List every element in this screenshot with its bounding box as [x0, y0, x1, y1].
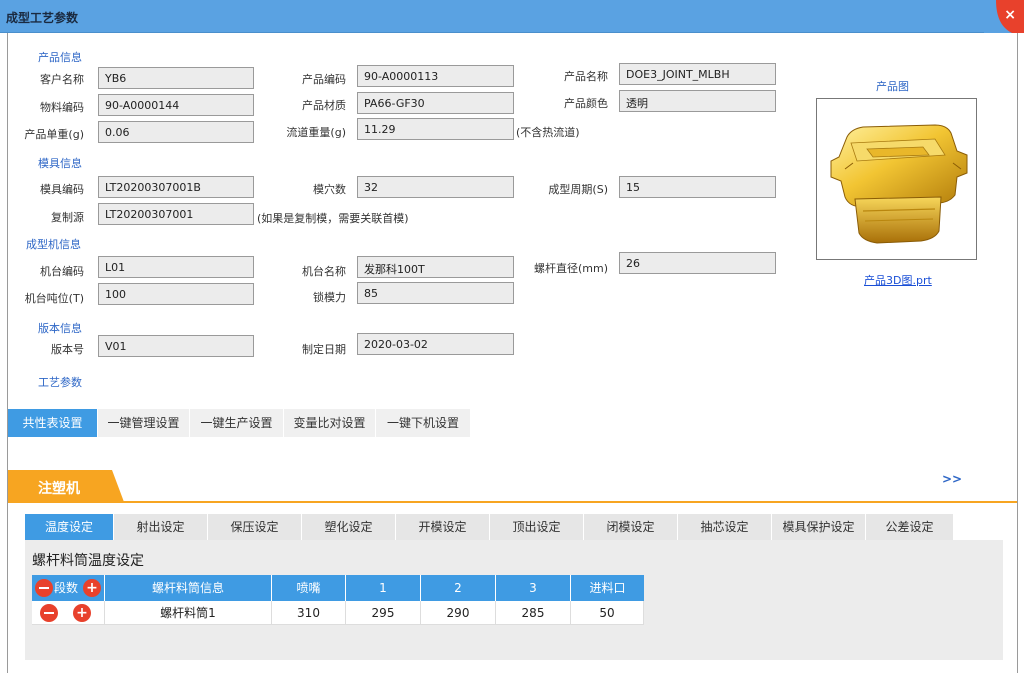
- injection-machine-tab[interactable]: 注塑机: [8, 470, 124, 502]
- product-material-label: 产品材质: [302, 99, 346, 112]
- remove-row-button[interactable]: [40, 604, 58, 622]
- machine-info-heading: 成型机信息: [26, 238, 81, 251]
- cavities-label: 模穴数: [313, 183, 346, 196]
- runner-weight-field[interactable]: 11.29: [357, 118, 514, 140]
- mold-code-label: 模具编码: [40, 183, 84, 196]
- material-code-field[interactable]: 90-A0000144: [98, 94, 254, 116]
- tab-mold-close[interactable]: 闭模设定: [584, 514, 678, 540]
- row-actions: +: [32, 601, 105, 625]
- product-code-label: 产品编码: [302, 73, 346, 86]
- date-field[interactable]: 2020-03-02: [357, 333, 514, 355]
- customer-label: 客户名称: [40, 73, 84, 86]
- plus-circle-icon: +: [86, 580, 98, 596]
- add-row-button[interactable]: +: [73, 604, 91, 622]
- product-color-field[interactable]: 透明: [619, 90, 776, 112]
- machine-code-field[interactable]: L01: [98, 256, 254, 278]
- title-bar: 成型工艺参数 ×: [0, 0, 1024, 33]
- col-header-feed-port: 进料口: [571, 575, 644, 601]
- version-label: 版本号: [51, 343, 84, 356]
- tab-common-settings[interactable]: 共性表设置: [8, 409, 98, 437]
- tab-mold-open[interactable]: 开模设定: [396, 514, 490, 540]
- tonnage-field[interactable]: 100: [98, 283, 254, 305]
- injection-machine-label: 注塑机: [38, 481, 80, 497]
- runner-note: (不含热流道): [516, 126, 580, 139]
- tab-mold-protection[interactable]: 模具保护设定: [772, 514, 866, 540]
- col-header-zone-1: 1: [346, 575, 421, 601]
- close-button[interactable]: ×: [984, 0, 1024, 33]
- col-header-zone-2: 2: [421, 575, 496, 601]
- tab-one-key-production[interactable]: 一键生产设置: [190, 409, 284, 437]
- tab-one-key-offline[interactable]: 一键下机设置: [376, 409, 471, 437]
- product-image-box: [816, 98, 977, 260]
- minus-circle-icon: [39, 587, 49, 589]
- more-arrows-button[interactable]: >>: [942, 472, 962, 486]
- product-info-heading: 产品信息: [38, 51, 82, 64]
- cycle-field[interactable]: 15: [619, 176, 776, 198]
- runner-weight-label: 流道重量(g): [286, 126, 346, 139]
- tab-temperature[interactable]: 温度设定: [25, 514, 114, 540]
- close-icon[interactable]: ×: [1004, 8, 1016, 22]
- mold-code-field[interactable]: LT20200307001B: [98, 176, 254, 198]
- product-name-field[interactable]: DOE3_JOINT_MLBH: [619, 63, 776, 85]
- tab-injection[interactable]: 射出设定: [114, 514, 208, 540]
- copy-source-field[interactable]: LT20200307001: [98, 203, 254, 225]
- segments-header: 段数 +: [32, 575, 105, 601]
- temperature-panel-title: 螺杆料筒温度设定: [32, 553, 144, 569]
- col-header-zone-3: 3: [496, 575, 571, 601]
- orange-divider: [8, 501, 1017, 503]
- machine-code-label: 机台编码: [40, 265, 84, 278]
- cell-feed-port[interactable]: 50: [571, 601, 644, 625]
- tonnage-label: 机台吨位(T): [24, 292, 84, 305]
- product-image-heading: 产品图: [876, 80, 909, 93]
- unit-weight-label: 产品单重(g): [24, 128, 84, 141]
- copy-source-note: (如果是复制模，需要关联首模): [257, 212, 409, 225]
- version-field[interactable]: V01: [98, 335, 254, 357]
- version-info-heading: 版本信息: [38, 322, 82, 335]
- tab-ejection[interactable]: 顶出设定: [490, 514, 584, 540]
- minus-circle-icon: [44, 612, 54, 614]
- machine-name-label: 机台名称: [302, 265, 346, 278]
- cell-zone-3[interactable]: 285: [496, 601, 571, 625]
- cavities-field[interactable]: 32: [357, 176, 514, 198]
- customer-field[interactable]: YB6: [98, 67, 254, 89]
- tab-tolerance[interactable]: 公差设定: [866, 514, 954, 540]
- cell-zone-1[interactable]: 295: [346, 601, 421, 625]
- screw-diameter-field[interactable]: 26: [619, 252, 776, 274]
- product-name-label: 产品名称: [564, 70, 608, 83]
- segments-label: 段数: [54, 581, 79, 595]
- tab-one-key-management[interactable]: 一键管理设置: [98, 409, 190, 437]
- plus-circle-icon: +: [76, 605, 88, 621]
- screw-diameter-label: 螺杆直径(mm): [533, 262, 608, 275]
- mold-info-heading: 模具信息: [38, 157, 82, 170]
- cycle-label: 成型周期(S): [548, 183, 608, 196]
- product-material-field[interactable]: PA66-GF30: [357, 92, 514, 114]
- unit-weight-field[interactable]: 0.06: [98, 121, 254, 143]
- material-code-label: 物料编码: [40, 101, 84, 114]
- product-3d-image: [830, 124, 968, 244]
- col-header-barrel-info: 螺杆料筒信息: [105, 575, 272, 601]
- cell-barrel-name[interactable]: 螺杆料筒1: [105, 601, 272, 625]
- cell-nozzle[interactable]: 310: [272, 601, 346, 625]
- product-3d-link[interactable]: 产品3D图.prt: [864, 272, 932, 288]
- date-label: 制定日期: [302, 343, 346, 356]
- cell-zone-2[interactable]: 290: [421, 601, 496, 625]
- clamp-force-field[interactable]: 85: [357, 282, 514, 304]
- clamp-force-label: 锁模力: [313, 291, 346, 304]
- window-title: 成型工艺参数: [6, 11, 79, 25]
- col-header-nozzle: 喷嘴: [272, 575, 346, 601]
- process-params-heading: 工艺参数: [38, 376, 82, 389]
- tab-variable-compare[interactable]: 变量比对设置: [284, 409, 376, 437]
- tab-core-pull[interactable]: 抽芯设定: [678, 514, 772, 540]
- remove-segment-button[interactable]: [35, 579, 53, 597]
- product-color-label: 产品颜色: [564, 97, 608, 110]
- tab-holding-pressure[interactable]: 保压设定: [208, 514, 302, 540]
- add-segment-button[interactable]: +: [83, 579, 101, 597]
- machine-name-field[interactable]: 发那科100T: [357, 256, 514, 278]
- tab-plasticizing[interactable]: 塑化设定: [302, 514, 396, 540]
- copy-source-label: 复制源: [51, 211, 84, 224]
- product-code-field[interactable]: 90-A0000113: [357, 65, 514, 87]
